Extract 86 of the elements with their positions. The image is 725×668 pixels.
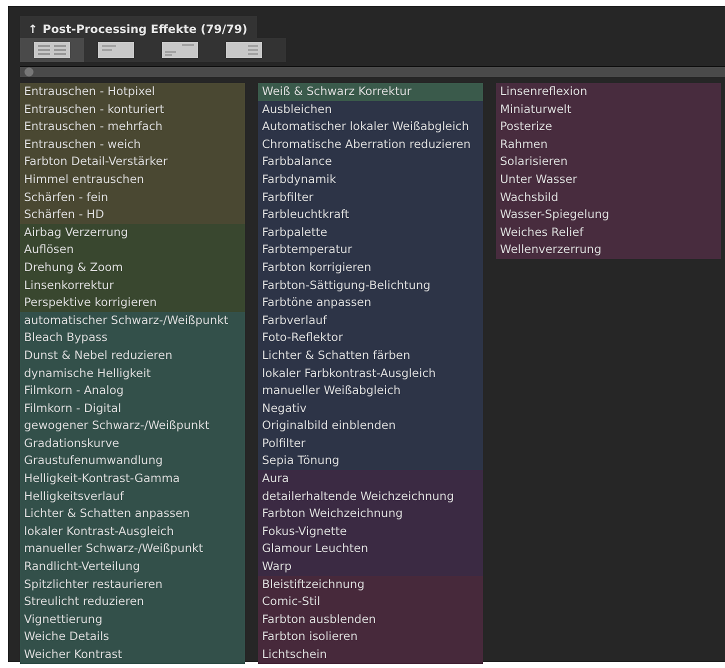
effect-item[interactable]: Farbleuchtkraft [258,206,483,224]
effect-item[interactable]: Farbton Detail-Verstärker [20,153,245,171]
effect-item[interactable]: Farbbalance [258,153,483,171]
effect-item[interactable]: Miniaturwelt [496,100,721,118]
effect-item[interactable]: manueller Weißabgleich [258,382,483,400]
effect-item[interactable]: Farbton Weichzeichnung [258,505,483,523]
effect-item[interactable]: Farbfilter [258,188,483,206]
effect-item[interactable]: Linsenreflexion [496,83,721,101]
effect-item[interactable]: detailerhaltende Weichzeichnung [258,488,483,506]
effect-item[interactable]: Originalbild einblenden [258,417,483,435]
effect-item[interactable]: Graustufenumwandlung [20,452,245,470]
layout-icon [34,42,70,58]
effect-item[interactable]: Chromatische Aberration reduzieren [258,136,483,154]
effect-item[interactable]: Entrauschen - mehrfach [20,118,245,136]
effect-item[interactable]: Comic-Stil [258,593,483,611]
effect-item[interactable]: gewogener Schwarz-/Weißpunkt [20,417,245,435]
effect-item[interactable]: Farbtemperatur [258,241,483,259]
effect-item[interactable]: Airbag Verzerrung [20,224,245,242]
effect-item[interactable]: lokaler Kontrast-Ausgleich [20,522,245,540]
layout-icon [98,42,134,58]
effect-item[interactable]: Drehung & Zoom [20,258,245,277]
effect-item[interactable]: Spitzlichter restaurieren [20,576,245,594]
effect-item[interactable]: Ausbleichen [258,100,483,118]
effect-item[interactable]: Unter Wasser [496,170,721,189]
effect-item[interactable]: Vignettierung [20,610,245,628]
effect-item[interactable]: lokaler Farbkontrast-Ausgleich [258,364,483,382]
effect-item[interactable]: Automatischer lokaler Weißabgleich [258,118,483,136]
effect-item[interactable]: Warp [258,558,483,576]
effect-item[interactable]: Fokus-Vignette [258,522,483,540]
effect-item[interactable]: Himmel entrauschen [20,170,245,189]
effect-item[interactable]: Entrauschen - Hotpixel [20,83,245,101]
effect-item[interactable]: Farbpalette [258,224,483,242]
effect-item[interactable]: Rahmen [496,136,721,154]
effect-item[interactable]: Farbton isolieren [258,628,483,646]
effect-item[interactable]: Lichtschein [258,646,483,664]
effect-item[interactable]: Entrauschen - weich [20,136,245,154]
effect-item[interactable]: Helligkeitsverlauf [20,488,245,506]
effect-item[interactable]: Filmkorn - Digital [20,400,245,418]
effect-item[interactable]: manueller Schwarz-/Weißpunkt [20,540,245,558]
effect-item[interactable]: Linsenkorrektur [20,276,245,294]
layout-icon [162,42,198,58]
effect-item[interactable]: Streulicht reduzieren [20,593,245,611]
effect-item[interactable]: Dunst & Nebel reduzieren [20,346,245,364]
effect-item[interactable]: Solarisieren [496,153,721,171]
effect-item[interactable]: Farbton ausblenden [258,610,483,628]
effect-item[interactable]: Perspektive korrigieren [20,294,245,312]
effect-item[interactable]: Wellenverzerrung [496,241,721,259]
effect-item[interactable]: Farbdynamik [258,170,483,189]
effect-item[interactable]: Wasser-Spiegelung [496,206,721,224]
effect-item[interactable]: Schärfen - fein [20,188,245,206]
effect-item[interactable]: Schärfen - HD [20,206,245,224]
effect-item[interactable]: Bleach Bypass [20,329,245,347]
effect-item[interactable]: Filmkorn - Analog [20,382,245,400]
effect-item[interactable]: Glamour Leuchten [258,540,483,558]
effect-item[interactable]: Weiches Relief [496,224,721,242]
effect-item[interactable]: Gradationskurve [20,434,245,452]
effect-item[interactable]: Wachsbild [496,188,721,206]
search-field[interactable] [20,66,725,77]
effect-item[interactable]: Bleistiftzeichnung [258,576,483,594]
effect-item[interactable]: Posterize [496,118,721,136]
effect-item[interactable]: Entrauschen - konturiert [20,100,245,118]
effect-item[interactable]: Lichter & Schatten anpassen [20,505,245,523]
effect-item[interactable]: Sepia Tönung [258,452,483,470]
effect-item[interactable]: Farbverlauf [258,312,483,330]
effect-item[interactable]: automatischer Schwarz-/Weißpunkt [20,312,245,330]
effect-item[interactable]: Helligkeit-Kontrast-Gamma [20,470,245,488]
effect-item[interactable]: Farbton korrigieren [258,258,483,277]
effect-item[interactable]: Foto-Reflektor [258,329,483,347]
search-icon [24,67,34,77]
effect-item[interactable]: Weicher Kontrast [20,646,245,664]
effect-item[interactable]: Lichter & Schatten färben [258,346,483,364]
effect-item[interactable]: dynamische Helligkeit [20,364,245,382]
effect-item[interactable]: Auflösen [20,241,245,259]
effect-item[interactable]: Weiche Details [20,628,245,646]
panel-tab[interactable]: ↑ Post-Processing Effekte (79/79) [20,16,258,38]
effect-item[interactable]: Farbtöne anpassen [258,294,483,312]
effect-item[interactable]: Randlicht-Verteilung [20,558,245,576]
effect-item[interactable]: Negativ [258,400,483,418]
panel-title: Post-Processing Effekte (79/79) [42,22,248,36]
view-button[interactable] [20,38,84,62]
effect-item[interactable]: Polfilter [258,434,483,452]
effect-item[interactable]: Weiß & Schwarz Korrektur [258,83,483,101]
arrow-icon: ↑ [28,22,38,36]
effect-item[interactable]: Farbton-Sättigung-Belichtung [258,276,483,294]
effect-item[interactable]: Aura [258,470,483,488]
layout-icon [226,42,262,58]
